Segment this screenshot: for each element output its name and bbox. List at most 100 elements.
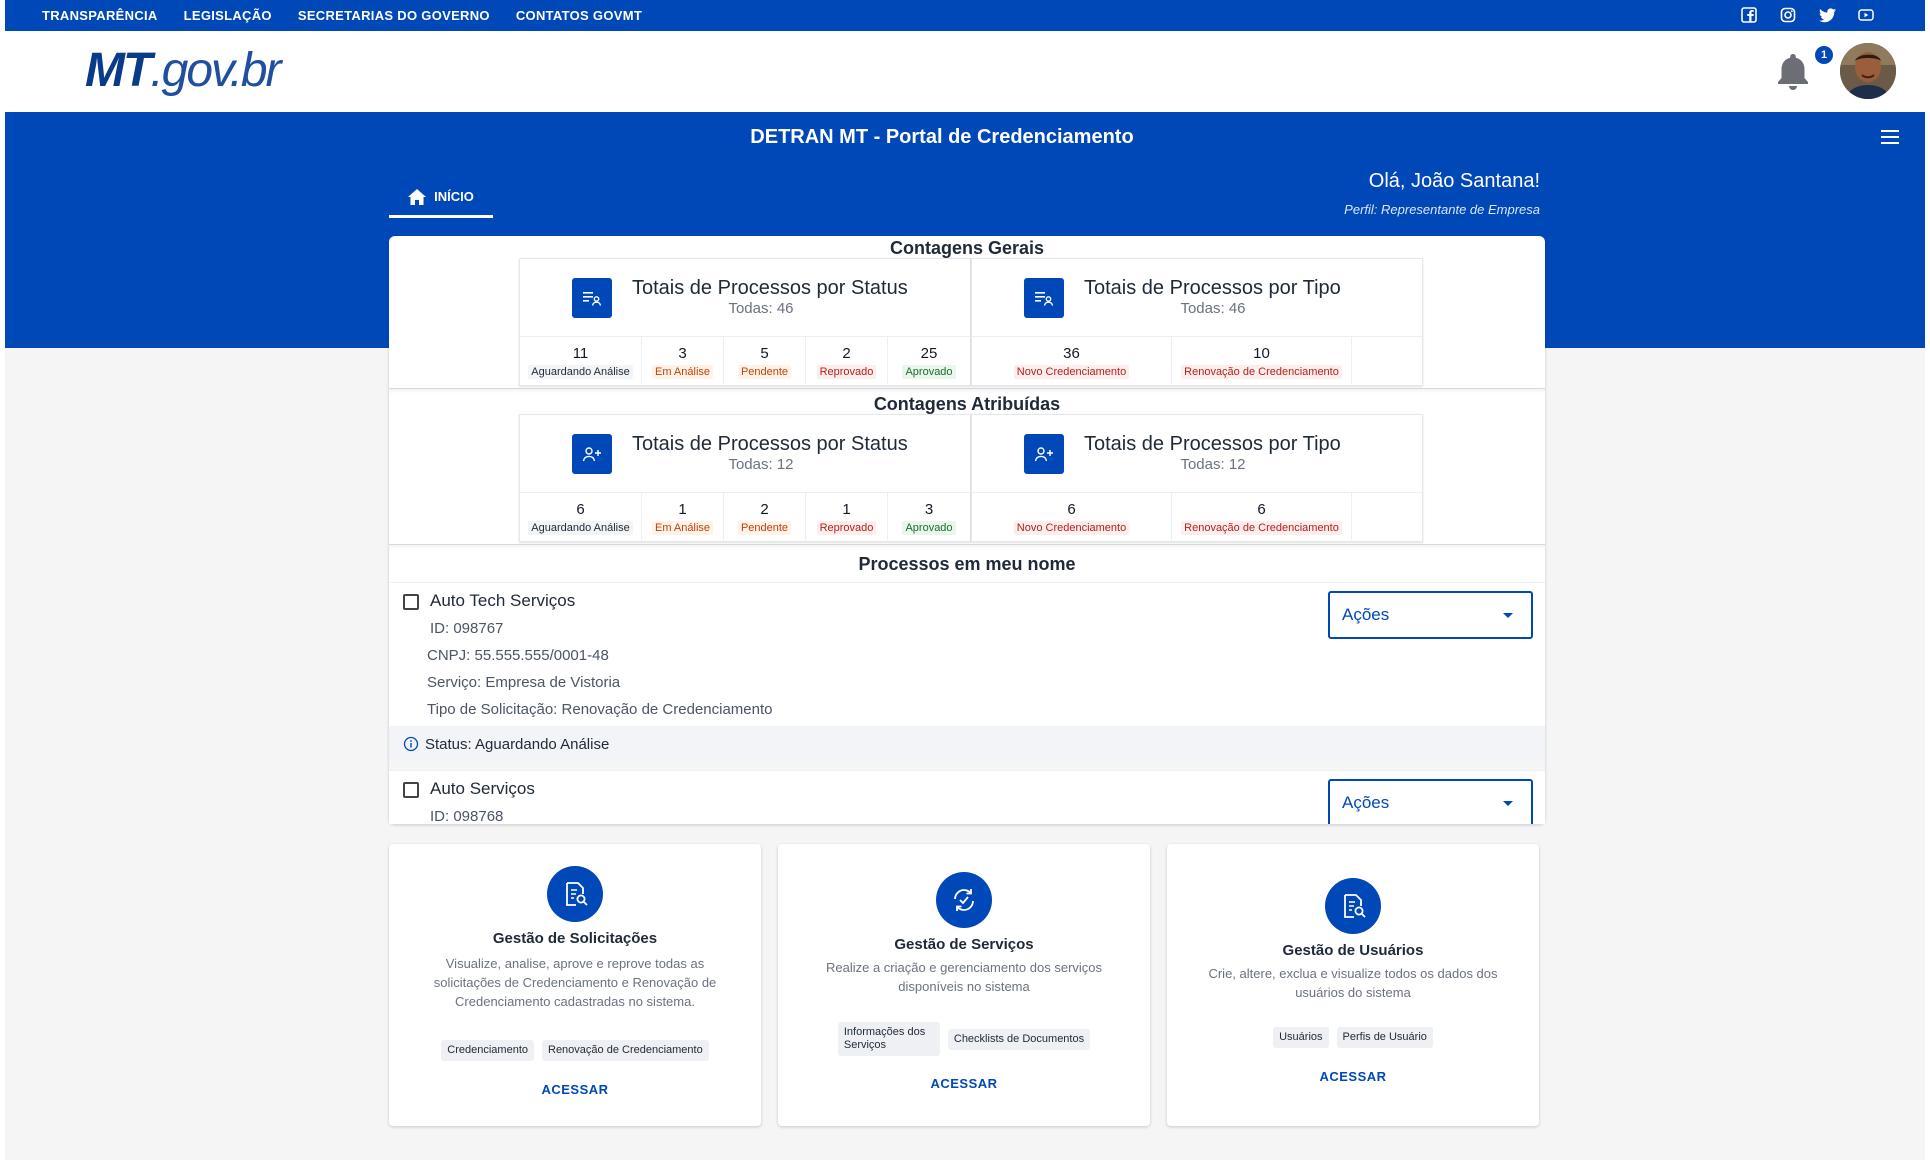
- count-value: 6: [1257, 501, 1266, 518]
- greeting-text: Olá, João Santana!: [1368, 170, 1540, 192]
- service-chip[interactable]: Renovação de Credenciamento: [542, 1040, 709, 1061]
- type-chip: Renovação de Credenciamento: [1181, 365, 1342, 379]
- status-chip: Pendente: [737, 365, 792, 379]
- count-aprovado[interactable]: 3 Aprovado: [888, 493, 970, 542]
- user-avatar[interactable]: [1840, 43, 1896, 99]
- instagram-icon[interactable]: [1779, 6, 1797, 24]
- menu-icon[interactable]: [1881, 130, 1899, 149]
- process-status: Status: Aguardando Análise: [425, 735, 610, 753]
- process-checkbox[interactable]: [403, 782, 419, 798]
- count-value: 36: [1063, 345, 1080, 362]
- gov-links: TRANSPARÊNCIA LEGISLAÇÃO SECRETARIAS DO …: [42, 8, 642, 23]
- process-name: Auto Serviços: [430, 779, 535, 798]
- logo-main-text: MT: [85, 44, 152, 97]
- card-title: Totais de Processos por Status: [632, 433, 908, 455]
- status-chip: Pendente: [737, 521, 792, 535]
- link-secretarias[interactable]: SECRETARIAS DO GOVERNO: [298, 8, 490, 23]
- count-reprovado[interactable]: 2 Reprovado: [806, 337, 888, 386]
- gov-top-bar: TRANSPARÊNCIA LEGISLAÇÃO SECRETARIAS DO …: [5, 0, 1925, 31]
- actions-label: Ações: [1342, 605, 1390, 624]
- service-chip[interactable]: Perfis de Usuário: [1336, 1027, 1433, 1048]
- logo-rest-text: .gov.br: [150, 44, 281, 97]
- mt-gov-logo[interactable]: MT.gov.br: [85, 43, 282, 98]
- service-chip[interactable]: Usuários: [1273, 1027, 1329, 1048]
- actions-dropdown[interactable]: Ações: [1328, 591, 1533, 639]
- type-chip: Novo Credenciamento: [1013, 521, 1130, 535]
- actions-label: Ações: [1342, 793, 1390, 812]
- count-value: 10: [1253, 345, 1270, 362]
- type-totals-card: Totais de Processos por Tipo Todas: 46 3…: [971, 258, 1424, 386]
- status-chip: Aguardando Análise: [528, 521, 633, 535]
- count-novo[interactable]: 6 Novo Credenciamento: [972, 493, 1172, 542]
- contagens-atribuidas-title: Contagens Atribuídas: [873, 394, 1061, 414]
- service-chip[interactable]: Checklists de Documentos: [947, 1028, 1091, 1050]
- card-title: Totais de Processos por Status: [632, 277, 908, 299]
- contagens-gerais-row: Totais de Processos por Status Todas: 46…: [389, 258, 1545, 388]
- acessar-link[interactable]: ACESSAR: [389, 1082, 761, 1097]
- list-person-icon: [1024, 278, 1064, 318]
- type-chip: Novo Credenciamento: [1013, 365, 1130, 379]
- count-pendente[interactable]: 2 Pendente: [724, 493, 806, 542]
- service-title: Gestão de Serviços: [894, 936, 1034, 953]
- caret-down-icon: [1503, 801, 1513, 806]
- process-item: Auto Tech Serviços ID: 098767 CNPJ: 55.5…: [389, 582, 1545, 762]
- count-renovacao[interactable]: 10 Renovação de Credenciamento: [1172, 337, 1352, 386]
- process-id: ID: 098767: [430, 620, 504, 637]
- portal-title: DETRAN MT - Portal de Credenciamento: [750, 126, 1134, 148]
- link-transparencia[interactable]: TRANSPARÊNCIA: [42, 8, 158, 23]
- status-chip: Em Análise: [651, 521, 714, 535]
- site-header: MT.gov.br 1: [5, 31, 1925, 112]
- count-value: 1: [842, 501, 851, 518]
- count-value: 25: [920, 345, 938, 362]
- service-title: Gestão de Solicitações: [492, 930, 658, 947]
- count-novo[interactable]: 36 Novo Credenciamento: [972, 337, 1172, 386]
- service-description: Realize a criação e gerenciamento dos se…: [825, 960, 1103, 994]
- acessar-link[interactable]: ACESSAR: [1167, 1069, 1539, 1084]
- card-subtitle: Todas: 46: [728, 300, 794, 317]
- card-subtitle: Todas: 46: [1180, 300, 1246, 317]
- facebook-icon[interactable]: [1740, 6, 1758, 24]
- service-card-servicos: Gestão de Serviços Realize a criação e g…: [778, 844, 1150, 1126]
- notification-bell-icon[interactable]: [1775, 51, 1811, 96]
- count-aguardando[interactable]: 6 Aguardando Análise: [520, 493, 642, 542]
- youtube-icon[interactable]: [1857, 6, 1875, 24]
- process-servico: Serviço: Empresa de Vistoria: [427, 674, 621, 691]
- link-contatos[interactable]: CONTATOS GOVMT: [516, 8, 642, 23]
- type-counts: 6 Novo Credenciamento 6 Renovação de Crede…: [972, 492, 1424, 542]
- document-search-icon: [1325, 878, 1381, 934]
- status-chip: Reprovado: [816, 365, 877, 379]
- count-value: 3: [678, 345, 687, 362]
- count-em-analise[interactable]: 3 Em Análise: [642, 337, 724, 386]
- count-aguardando[interactable]: 11 Aguardando Análise: [520, 337, 642, 386]
- count-renovacao[interactable]: 6 Renovação de Credenciamento: [1172, 493, 1352, 542]
- acessar-link[interactable]: ACESSAR: [778, 1076, 1150, 1091]
- notification-badge: 1: [1815, 46, 1833, 64]
- count-value: 2: [760, 501, 769, 518]
- count-em-analise[interactable]: 1 Em Análise: [642, 493, 724, 542]
- count-aprovado[interactable]: 25 Aprovado: [888, 337, 970, 386]
- service-chip[interactable]: Informações dos Serviços: [837, 1022, 940, 1056]
- social-links: [1740, 6, 1875, 24]
- type-counts: 36 Novo Credenciamento 10 Renovação de Cre…: [972, 336, 1424, 386]
- caret-down-icon: [1503, 613, 1513, 618]
- link-legislacao[interactable]: LEGISLAÇÃO: [184, 8, 272, 23]
- list-person-icon: [572, 278, 612, 318]
- status-totals-card: Totais de Processos por Status Todas: 12…: [519, 414, 972, 542]
- count-reprovado[interactable]: 1 Reprovado: [806, 493, 888, 542]
- twitter-icon[interactable]: [1818, 6, 1836, 24]
- person-add-icon: [1024, 434, 1064, 474]
- count-value: 1: [678, 501, 687, 518]
- status-totals-card: Totais de Processos por Status Todas: 46…: [519, 258, 972, 386]
- actions-dropdown[interactable]: Ações: [1328, 779, 1533, 824]
- service-chip[interactable]: Credenciamento: [441, 1040, 534, 1061]
- status-chip: Aguardando Análise: [528, 365, 633, 379]
- tab-inicio[interactable]: INÍCIO: [389, 178, 493, 218]
- type-chip: Renovação de Credenciamento: [1181, 521, 1342, 535]
- status-chip: Aprovado: [902, 521, 956, 535]
- service-description: Crie, altere, exclua e visualize todos o…: [1208, 966, 1498, 1000]
- count-pendente[interactable]: 5 Pendente: [724, 337, 806, 386]
- refresh-check-icon: [936, 872, 992, 928]
- process-checkbox[interactable]: [403, 594, 419, 610]
- page-frame: TRANSPARÊNCIA LEGISLAÇÃO SECRETARIAS DO …: [5, 0, 1925, 1160]
- status-counts: 11 Aguardando Análise 3 Em Análise 5 Penden…: [520, 336, 972, 386]
